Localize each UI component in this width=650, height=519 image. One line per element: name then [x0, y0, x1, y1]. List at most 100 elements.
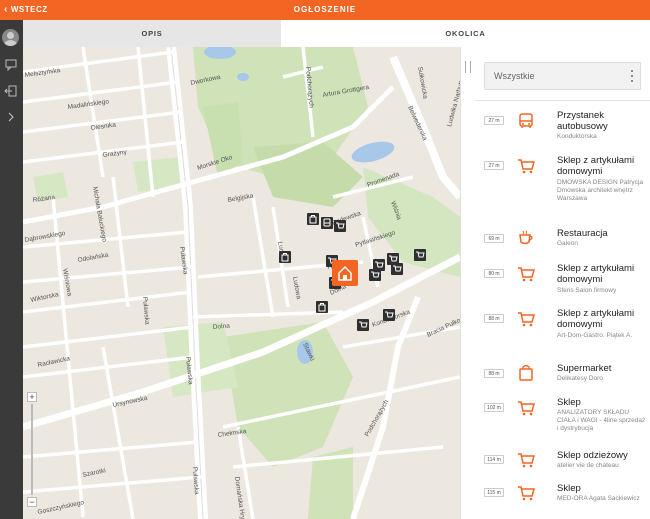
svg-text:Wiktorska: Wiktorska	[30, 291, 60, 304]
place-name: Sklep	[557, 483, 581, 494]
zoom-out-button[interactable]: −	[27, 497, 37, 507]
cart-icon	[518, 453, 535, 468]
map-marker-cart[interactable]	[414, 249, 426, 261]
svg-text:Racławicka: Racławicka	[37, 355, 71, 369]
distance-badge: 80 m	[484, 269, 504, 278]
distance-badge: 69 m	[484, 234, 504, 243]
map-marker-bus[interactable]	[321, 217, 333, 229]
place-detail: atelier vie de chateau	[557, 462, 619, 469]
home-icon	[338, 265, 352, 281]
bus-icon	[323, 218, 331, 227]
svg-text:Sułkowicka: Sułkowicka	[416, 66, 429, 100]
avatar[interactable]	[2, 29, 19, 46]
more-vertical-icon	[631, 70, 633, 82]
place-detail: Galeon	[557, 240, 578, 247]
map-marker-cart[interactable]	[369, 269, 381, 281]
bag-icon	[309, 215, 317, 224]
place-name: Sklep z artykułami domowymi	[557, 263, 635, 285]
distance-badge: 27 m	[484, 116, 504, 125]
list-item[interactable]: 80 m Sklep z artykułami domowymi Sferis …	[475, 262, 650, 304]
distance-badge: 88 m	[484, 314, 504, 323]
zoom-in-button[interactable]: +	[27, 392, 37, 402]
place-detail: Art-Dom-Gastro. Piątek A.	[557, 332, 633, 339]
svg-text:Szarotki: Szarotki	[82, 467, 106, 479]
chevron-right-icon[interactable]	[4, 110, 18, 124]
property-marker[interactable]	[332, 260, 358, 286]
svg-text:Ludwika Narbutta: Ludwika Narbutta	[446, 76, 460, 127]
place-detail: DMOWSKA DESIGN Patrycja Dmowska architek…	[557, 179, 643, 202]
map-marker-cart[interactable]	[334, 220, 346, 232]
svg-text:Puławska: Puławska	[191, 467, 200, 496]
map-marker-cart[interactable]	[357, 319, 369, 331]
svg-text:Goszczyńskiego: Goszczyńskiego	[37, 499, 85, 516]
cart-icon	[518, 312, 535, 327]
svg-text:Madalińskiego: Madalińskiego	[67, 98, 110, 111]
map-marker-bag[interactable]	[307, 213, 319, 225]
cart-icon	[336, 222, 345, 229]
svg-text:Belgijska: Belgijska	[227, 192, 254, 203]
place-detail: Sferis Salon firmowy	[557, 287, 617, 294]
tab-okolica[interactable]: OKOLICA	[281, 20, 650, 47]
distance-badge: 27 m	[484, 161, 504, 170]
bus-icon	[519, 113, 533, 128]
svg-text:Odolańska: Odolańska	[77, 252, 109, 264]
cart-icon	[416, 251, 425, 258]
svg-text:Chełmska: Chełmska	[217, 428, 247, 439]
list-item[interactable]: 27 m Sklep z artykułami domowymi DMOWSKA…	[475, 154, 650, 224]
list-item[interactable]: 114 m Sklep odzieżowy atelier vie de cha…	[475, 450, 650, 480]
list-item[interactable]: 27 m Przystanek autobusowy Konduktorska	[475, 109, 650, 154]
left-sidebar	[0, 20, 23, 519]
list-item[interactable]: 88 m Sklep z artykułami domowymi Art-Dom…	[475, 307, 650, 357]
back-label: WSTECZ	[10, 5, 48, 14]
place-name: Restauracja	[557, 228, 608, 239]
logout-icon[interactable]	[4, 84, 18, 98]
map-marker-bag[interactable]	[316, 301, 328, 313]
zoom-control: + −	[27, 392, 37, 507]
grip-icon	[465, 61, 471, 73]
svg-text:Michała Bałuckiego: Michała Bałuckiego	[91, 186, 108, 243]
place-detail: Delikatesy Doro	[557, 375, 603, 382]
place-name: Supermarket	[557, 363, 612, 374]
map-marker-bag[interactable]	[279, 251, 291, 263]
chevron-left-icon: ‹	[4, 4, 8, 15]
cart-icon	[518, 401, 535, 416]
list-item[interactable]: 88 m Supermarket Delikatesy Doro	[475, 362, 650, 392]
cart-icon	[371, 271, 380, 278]
cart-icon	[518, 267, 535, 282]
tab-opis[interactable]: OPIS	[23, 20, 281, 47]
map-marker-cart[interactable]	[383, 309, 395, 321]
svg-text:Bracia Pułkowa: Bracia Pułkowa	[426, 313, 460, 338]
map[interactable]: Melsztyńska Madalińskiego Olesnika Graży…	[23, 47, 460, 519]
zoom-slider[interactable]	[31, 404, 33, 495]
place-detail: MED-ORA Agata Sackiewicz	[557, 495, 640, 502]
cart-icon	[393, 265, 402, 272]
bag-icon	[519, 364, 533, 381]
place-detail: ANALIZATORY SKŁADU CIAŁA i WAGI - 4line …	[557, 409, 646, 432]
back-button[interactable]: ‹ WSTECZ	[4, 0, 48, 20]
distance-badge: 88 m	[484, 369, 504, 378]
map-canvas: Melsztyńska Madalińskiego Olesnika Graży…	[23, 47, 460, 519]
cart-icon	[385, 311, 394, 318]
distance-badge: 114 m	[484, 455, 504, 464]
category-select-value: Wszystkie	[494, 71, 535, 81]
place-detail: Konduktorska	[557, 133, 597, 140]
category-select[interactable]: Wszystkie	[484, 62, 641, 90]
top-bar: ‹ WSTECZ OGŁOSZENIE	[0, 0, 650, 20]
divider	[475, 100, 650, 101]
place-name: Sklep z artykułami domowymi	[557, 155, 635, 177]
list-item[interactable]: 115 m Sklep MED-ORA Agata Sackiewicz	[475, 483, 650, 519]
place-name: Przystanek autobusowy	[557, 110, 608, 132]
map-marker-cart[interactable]	[391, 263, 403, 275]
svg-text:Melsztyńska: Melsztyńska	[24, 67, 61, 79]
place-name: Sklep	[557, 397, 581, 408]
panel-resize-handle[interactable]	[460, 47, 475, 519]
list-item[interactable]: 102 m Sklep ANALIZATORY SKŁADU CIAŁA i W…	[475, 396, 650, 446]
message-icon[interactable]	[4, 57, 18, 71]
bag-icon	[318, 303, 326, 312]
cart-icon	[518, 486, 535, 501]
distance-badge: 102 m	[484, 403, 504, 412]
distance-badge: 115 m	[484, 488, 504, 497]
bag-icon	[281, 253, 289, 262]
list-item[interactable]: 69 m Restauracja Galeon	[475, 227, 650, 257]
svg-text:Dolna: Dolna	[213, 323, 231, 331]
